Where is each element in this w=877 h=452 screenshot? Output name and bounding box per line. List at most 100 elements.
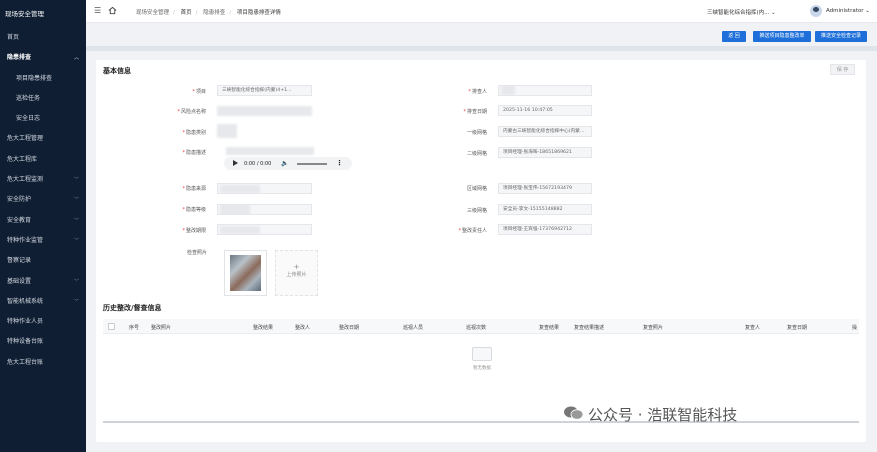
breadcrumb-item[interactable]: 隐患排查 [203,10,225,16]
sidebar-item[interactable]: 安全教育 ﹀ [0,211,86,231]
deadline-label: *整改期限 [182,228,206,234]
column-header: 整改结果 [253,325,274,331]
check-date-field[interactable]: 2025-11-16 10:47:05 [498,105,592,116]
level1-grid-label: 一级网格 [466,130,487,136]
basic-info-title: 基本信息 [103,67,131,75]
sidebar-item-label: 智能机械系统 [7,297,44,305]
column-header: 复查照片 [643,325,664,331]
back-button[interactable]: 返 回 [722,31,746,42]
audio-progress[interactable] [297,163,327,165]
project-field[interactable]: 三峡智能化综合指挥(内蒙)4+1... [217,85,312,96]
sidebar-item-label: 安全防护 [7,196,32,204]
sidebar-item[interactable]: 特种设备台账 [0,332,86,352]
push-safety-button[interactable]: 推送安全检查记录 [815,31,867,42]
sidebar-item[interactable]: 隐患排查 ︿ [0,48,86,68]
area-grid-field[interactable]: 项目经理-张宝伟-15672193479 [498,183,592,194]
area-label: *风险点名称 [177,109,206,115]
sidebar-item-label: 项目隐患排查 [16,74,53,82]
sidebar-item[interactable]: 安全日志 [0,109,86,129]
deadline-field[interactable] [217,224,312,235]
history-title: 历史整改/督查信息 [103,304,162,312]
sidebar-item[interactable]: 特种作业人员 [0,312,86,332]
sidebar-item-label: 安全日志 [16,115,41,123]
horizontal-scrollbar[interactable] [103,421,859,423]
breadcrumb: 现场安全管理 / 首页 / 隐患排查 / 项目隐患排查详情 [136,10,281,16]
user-menu[interactable]: Administrator ⌄ [826,8,870,14]
sidebar-item[interactable]: 特种作业监管 ﹀ [0,231,86,251]
empty-state: 暂无数据 [468,347,496,371]
level-field[interactable] [217,204,312,215]
category-field-redacted [217,124,237,138]
column-header: 整改日期 [339,325,360,331]
chevron-down-icon: ﹀ [73,278,79,285]
history-table-header: 序号 整改照片 整改结果 整改人 整改日期 巡视人员 巡视次数 复查结果 复查结… [103,319,859,334]
empty-box-icon [472,347,492,361]
column-header: 复查结果描述 [574,325,605,331]
inspection-photo[interactable] [224,250,267,296]
play-icon[interactable] [233,160,238,166]
photos-label: 检查照片 [186,250,207,256]
plus-icon: + [293,263,300,271]
sidebar-item-label: 特种作业人员 [7,318,44,326]
chevron-down-icon: ⌄ [865,8,870,14]
level1-grid-field[interactable]: 内蒙古三峡智能化综合指挥中心(内蒙... [498,126,592,137]
sidebar-item[interactable]: 危大工程台账 [0,353,86,373]
sidebar-item-label: 危大工程台账 [7,358,44,366]
company-selector[interactable]: 三峡智能化综合指挥(内... ⌄ [707,8,776,16]
volume-icon[interactable]: 🔈 [281,160,288,167]
description-label: *隐患描述 [182,150,206,156]
column-header: 巡视次数 [466,325,487,331]
sidebar-item[interactable]: 危大工程库 [0,150,86,170]
sidebar-item-label: 督察记录 [7,257,32,265]
sidebar-item[interactable]: 安全防护 ﹀ [0,190,86,210]
description-field-redacted [226,147,314,155]
column-header: 复查日期 [787,325,808,331]
breadcrumb-item[interactable]: 首页 [181,10,192,16]
breadcrumb-item[interactable]: 现场安全管理 [136,10,169,16]
sidebar-item[interactable]: 首页 [0,28,86,48]
chevron-down-icon: ﹀ [73,237,79,244]
more-icon[interactable]: ⋮ [336,159,343,167]
source-field[interactable] [217,183,312,194]
sidebar-item-label: 首页 [7,34,20,41]
sidebar-item-label: 安全教育 [7,216,32,224]
category-label: *隐患类别 [182,130,206,136]
select-all-checkbox[interactable] [108,322,115,330]
breadcrumb-current: 项目隐患排查详情 [236,10,281,16]
sidebar-item[interactable]: 危大工程管理 [0,129,86,149]
menu-toggle-icon[interactable]: ☰ [94,6,101,15]
push-project-button[interactable]: 推送项目隐患整改单 [753,31,811,42]
audio-player[interactable]: 0:00 / 0:00 🔈 ⋮ [224,157,352,170]
sidebar-item[interactable]: 危大工程监测 ﹀ [0,170,86,190]
sidebar-item[interactable]: 项目隐患排查 [0,69,86,89]
source-label: *隐患来源 [182,186,206,192]
chevron-up-icon: ︿ [73,55,79,62]
sidebar-item-label: 特种作业监管 [7,236,44,244]
rectifier-field[interactable]: 项目经理-王宾强-17376942712 [498,224,592,235]
level2-grid-field[interactable]: 项目经理-张海晖-18651869621 [498,147,592,158]
home-icon[interactable] [108,6,117,15]
sidebar-item-label: 隐患排查 [7,54,32,62]
upload-photo-button[interactable]: + 上传照片 [275,250,318,296]
chevron-down-icon: ﹀ [73,217,79,224]
save-button[interactable]: 保 存 [830,64,855,75]
sidebar-item[interactable]: 督察记录 [0,251,86,271]
sidebar-item[interactable]: 巡检任务 [0,89,86,109]
top-bar: ☰ 现场安全管理 / 首页 / 隐患排查 / 项目隐患排查详情 三峡智能化综合指挥(内… [86,0,877,23]
level-label: *隐患等级 [182,207,206,213]
area-field-redacted [217,106,312,116]
reporter-label: *排查人 [468,89,487,95]
column-header: 整改照片 [151,325,172,331]
column-header: 序号 [129,325,140,331]
avatar[interactable] [810,5,822,17]
check-date-label: *排查日期 [463,109,487,115]
column-header: 巡视人员 [403,325,424,331]
sidebar-item-label: 危大工程监测 [7,176,44,184]
level3-grid-field[interactable]: 安全员-李文-15155148882 [498,204,592,215]
rectifier-label: *整改责任人 [458,228,487,234]
column-header: 整改人 [295,325,311,331]
reporter-field[interactable] [498,85,592,96]
chevron-down-icon: ﹀ [73,197,79,204]
sidebar-item[interactable]: 基础设置 ﹀ [0,272,86,292]
sidebar-item[interactable]: 智能机械系统 ﹀ [0,292,86,312]
